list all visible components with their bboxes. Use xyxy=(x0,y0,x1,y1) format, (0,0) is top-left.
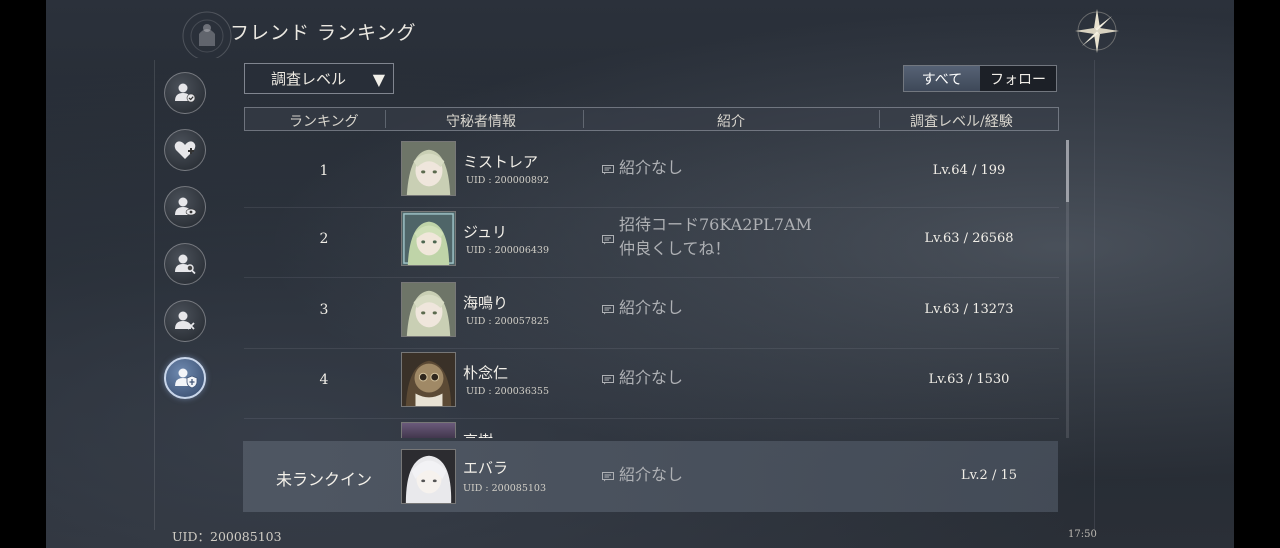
player-name: 高樹 xyxy=(463,430,493,438)
user-check-icon xyxy=(175,83,196,103)
my-ranking-row: 未ランクイン エバラ UID : 200085103 紹介なし Lv.2 / 1… xyxy=(243,441,1058,512)
heart-plus-icon xyxy=(174,141,196,159)
user-search-icon xyxy=(175,254,196,275)
player-uid: UID : 200036355 xyxy=(466,386,550,397)
player-uid: UID : 200006439 xyxy=(466,245,550,256)
avatar[interactable] xyxy=(401,282,456,337)
sidebar-item-followers[interactable] xyxy=(164,186,206,228)
player-uid: UID : 200057825 xyxy=(466,316,550,327)
game-screen: フレンド ランキング 調査レベル ▼ すべて フォロー ランキング 守秘者情報 … xyxy=(46,0,1234,548)
table-row-partial[interactable]: 高樹 xyxy=(244,420,1059,438)
player-name: ジュリ xyxy=(463,223,507,241)
sidebar-item-ranking[interactable] xyxy=(164,357,206,399)
header-level: 調査レベル/経験 xyxy=(910,114,1013,130)
emblem-icon xyxy=(176,6,238,61)
rank-number: 2 xyxy=(319,231,329,247)
avatar[interactable] xyxy=(401,449,456,504)
sidebar-item-blocked[interactable] xyxy=(164,300,206,342)
header-divider xyxy=(583,110,584,128)
level-exp: Lv.63 / 13273 xyxy=(924,302,1014,317)
right-divider xyxy=(1094,60,1095,530)
my-rank: 未ランクイン xyxy=(276,470,373,489)
user-eye-icon xyxy=(175,197,197,216)
clock: 17:50 xyxy=(1068,529,1097,540)
avatar[interactable] xyxy=(401,141,456,196)
header-divider xyxy=(385,110,386,128)
avatar[interactable] xyxy=(401,211,456,266)
footer-uid: UID：200085103 xyxy=(172,529,282,544)
header-keeper-info: 守秘者情報 xyxy=(446,114,516,130)
user-shield-icon xyxy=(175,368,198,389)
tab-all[interactable]: すべて xyxy=(904,66,980,91)
player-name: エバラ xyxy=(463,459,509,477)
table-row[interactable]: 4 朴念仁 UID : 200036355 紹介なし Lv.63 / 1530 xyxy=(244,348,1059,419)
comment-icon xyxy=(602,235,614,245)
intro-text: 招待コード76KA2PL7AM xyxy=(619,215,812,234)
player-uid: UID : 200000892 xyxy=(466,175,550,186)
table-row[interactable]: 2 ジュリ UID : 200006439 招待コード76KA2PL7AM 仲良… xyxy=(244,207,1059,278)
rank-number: 1 xyxy=(319,163,329,179)
player-name: 海鳴り xyxy=(463,294,509,312)
sort-dropdown[interactable]: 調査レベル ▼ xyxy=(244,63,394,94)
header-intro: 紹介 xyxy=(717,114,745,130)
player-uid: UID : 200085103 xyxy=(463,483,547,494)
sidebar-item-favorites[interactable] xyxy=(164,129,206,171)
intro-text: 紹介なし xyxy=(619,158,684,177)
level-exp: Lv.64 / 199 xyxy=(932,163,1006,178)
table-row[interactable]: 1 ミストレア UID : 200000892 紹介なし Lv.64 / 199 xyxy=(244,137,1059,208)
comment-icon xyxy=(602,165,614,175)
header-divider xyxy=(879,110,880,128)
intro-text-line2: 仲良くしてね！ xyxy=(619,239,731,258)
header-ranking: ランキング xyxy=(289,114,359,130)
comment-icon xyxy=(602,305,614,315)
sidebar-item-search[interactable] xyxy=(164,243,206,285)
avatar[interactable] xyxy=(401,352,456,407)
comment-icon xyxy=(602,375,614,385)
player-name: 朴念仁 xyxy=(463,364,509,382)
chevron-down-icon: ▼ xyxy=(372,70,385,89)
table-row[interactable]: 3 海鳴り UID : 200057825 紹介なし Lv.63 / 13273 xyxy=(244,278,1059,349)
intro-text: 紹介なし xyxy=(619,368,684,387)
compass-close-icon[interactable] xyxy=(1072,6,1122,56)
scope-toggle: すべて フォロー xyxy=(903,65,1057,92)
intro-text: 紹介なし xyxy=(619,465,684,484)
tab-follow[interactable]: フォロー xyxy=(980,66,1056,91)
player-name: ミストレア xyxy=(463,153,539,171)
comment-icon xyxy=(602,472,614,482)
rank-number: 3 xyxy=(319,302,329,318)
page-title: フレンド ランキング xyxy=(230,22,417,44)
sidebar-divider xyxy=(154,60,155,530)
rank-number: 4 xyxy=(319,372,329,388)
level-exp: Lv.63 / 1530 xyxy=(928,372,1010,387)
intro-text: 紹介なし xyxy=(619,298,684,317)
level-exp: Lv.2 / 15 xyxy=(960,468,1018,483)
user-block-icon xyxy=(175,311,195,330)
level-exp: Lv.63 / 26568 xyxy=(924,231,1014,246)
table-header: ランキング 守秘者情報 紹介 調査レベル/経験 xyxy=(244,107,1059,131)
avatar xyxy=(401,422,456,438)
sidebar-item-friends[interactable] xyxy=(164,72,206,114)
sort-dropdown-label: 調査レベル xyxy=(271,70,347,88)
scrollbar-thumb[interactable] xyxy=(1066,140,1069,202)
